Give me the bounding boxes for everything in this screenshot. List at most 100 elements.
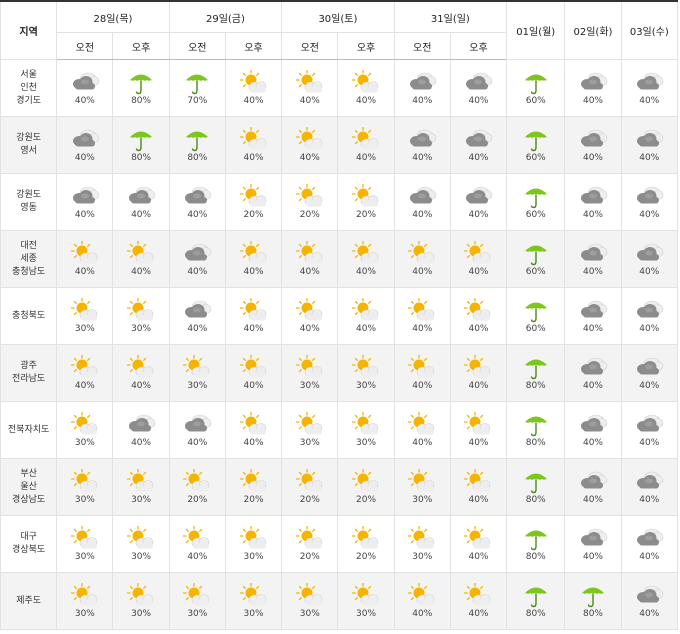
forecast-cell: 40%: [224, 116, 283, 174]
forecast-cell: 30%: [168, 344, 226, 402]
partly-cloudy-icon: [239, 240, 269, 266]
precip-probability: 60%: [525, 324, 546, 334]
rain-umbrella-icon: [126, 69, 156, 95]
precip-probability: 40%: [582, 153, 603, 163]
forecast-cell: 40%: [449, 287, 508, 345]
rain-umbrella-icon: [521, 582, 551, 608]
partly-cloudy-icon: [70, 411, 100, 437]
forecast-cell: 40%: [620, 458, 679, 516]
precip-probability: 30%: [412, 495, 433, 505]
partly-cloudy-icon: [351, 411, 381, 437]
forecast-cell: 30%: [281, 401, 339, 459]
forecast-cell: 40%: [564, 116, 622, 174]
precip-probability: 40%: [131, 438, 152, 448]
precip-probability: 20%: [299, 552, 320, 562]
precip-probability: 40%: [187, 438, 208, 448]
cloudy-icon: [634, 240, 664, 266]
forecast-cell: 80%: [112, 116, 170, 174]
region-name-line: 경상북도: [12, 545, 46, 555]
precip-probability: 40%: [356, 96, 377, 106]
forecast-cell: 30%: [393, 515, 451, 573]
partly-cloudy-icon: [239, 411, 269, 437]
rain-umbrella-icon: [521, 525, 551, 551]
precip-probability: 30%: [74, 438, 95, 448]
precip-probability: 80%: [582, 609, 603, 619]
precip-probability: 40%: [468, 381, 489, 391]
partly-cloudy-icon: [295, 582, 325, 608]
forecast-cell: 30%: [112, 515, 170, 573]
table-row: 대전 세종 충청남도 40% 40% 40% 40% 40% 40% 40% 40% 60% 40% 40…: [0, 230, 679, 288]
precip-probability: 40%: [468, 96, 489, 106]
precip-probability: 80%: [525, 438, 546, 448]
forecast-cell: 30%: [224, 515, 283, 573]
cloudy-icon: [634, 582, 664, 608]
partly-cloudy-icon: [70, 468, 100, 494]
forecast-cell: 40%: [449, 344, 508, 402]
cloudy-icon: [578, 525, 608, 551]
partly-cloudy-icon: [126, 582, 156, 608]
precip-probability: 40%: [468, 438, 489, 448]
forecast-cell: 40%: [112, 230, 170, 288]
partly-cloudy-icon: [126, 297, 156, 323]
cloudy-icon: [182, 297, 212, 323]
forecast-cell: 40%: [56, 116, 114, 174]
table-row: 충청북도 30% 30% 40% 40% 40% 40% 40% 40% 60% 40% 40%: [0, 287, 679, 345]
cloudy-icon: [578, 411, 608, 437]
table-row: 전북자치도 30% 40% 40% 40% 30% 30% 40% 40% 80% 40% 40%: [0, 401, 679, 459]
partly-cloudy-icon: [463, 582, 493, 608]
precip-probability: 40%: [412, 324, 433, 334]
forecast-cell: 40%: [337, 59, 395, 117]
partly-cloudy-icon: [182, 354, 212, 380]
forecast-cell: 40%: [224, 287, 283, 345]
precip-probability: 40%: [356, 153, 377, 163]
forecast-cell: 40%: [620, 59, 679, 117]
precip-probability: 40%: [412, 96, 433, 106]
partly-cloudy-icon: [463, 525, 493, 551]
partly-cloudy-icon: [182, 525, 212, 551]
cloudy-icon: [463, 126, 493, 152]
partly-cloudy-icon: [463, 297, 493, 323]
precip-probability: 40%: [243, 381, 264, 391]
forecast-cell: 40%: [620, 515, 679, 573]
am-header: 오전: [56, 32, 114, 60]
cloudy-icon: [634, 297, 664, 323]
forecast-cell: 40%: [393, 287, 451, 345]
precip-probability: 40%: [639, 210, 660, 220]
precip-probability: 40%: [639, 96, 660, 106]
precip-probability: 40%: [582, 324, 603, 334]
forecast-cell: 40%: [112, 344, 170, 402]
partly-cloudy-icon: [463, 354, 493, 380]
region-cell: 부산 울산 경상남도: [0, 458, 58, 516]
partly-cloudy-icon: [70, 525, 100, 551]
table-row: 광주 전라남도 40% 40% 30% 40% 30% 30% 40% 40% 80% 40% 40%: [0, 344, 679, 402]
precip-probability: 40%: [468, 324, 489, 334]
partly-cloudy-icon: [351, 126, 381, 152]
forecast-cell: 80%: [506, 572, 566, 630]
forecast-cell: 40%: [56, 344, 114, 402]
partly-cloudy-icon: [463, 411, 493, 437]
forecast-cell: 20%: [281, 173, 339, 231]
precip-probability: 40%: [74, 96, 95, 106]
forecast-cell: 40%: [224, 344, 283, 402]
region-name-line: 경기도: [16, 95, 42, 106]
forecast-cell: 20%: [281, 458, 339, 516]
cloudy-icon: [634, 69, 664, 95]
forecast-cell: 40%: [337, 287, 395, 345]
partly-cloudy-icon: [351, 69, 381, 95]
cloudy-icon: [634, 126, 664, 152]
table-row: 서울 인천 경기도 40% 80% 70% 40% 40% 40% 40% 40% 60% 40% 40%: [0, 59, 679, 117]
precip-probability: 80%: [525, 552, 546, 562]
partly-cloudy-icon: [463, 468, 493, 494]
forecast-cell: 70%: [168, 59, 226, 117]
precip-probability: 20%: [187, 495, 208, 505]
precip-probability: 30%: [299, 381, 320, 391]
header-row-days: 지역 28일(목) 29일(금) 30일(토) 31일(일) 01일(월) 02…: [0, 0, 679, 60]
rain-umbrella-icon: [521, 354, 551, 380]
cloudy-icon: [70, 183, 100, 209]
forecast-cell: 80%: [564, 572, 622, 630]
forecast-cell: 30%: [112, 287, 170, 345]
rain-umbrella-icon: [521, 468, 551, 494]
table-row: 제주도 30% 30% 30% 30% 30% 30% 40% 40% 80% 80% 40%: [0, 572, 679, 630]
precip-probability: 40%: [131, 267, 152, 277]
forecast-cell: 30%: [56, 287, 114, 345]
